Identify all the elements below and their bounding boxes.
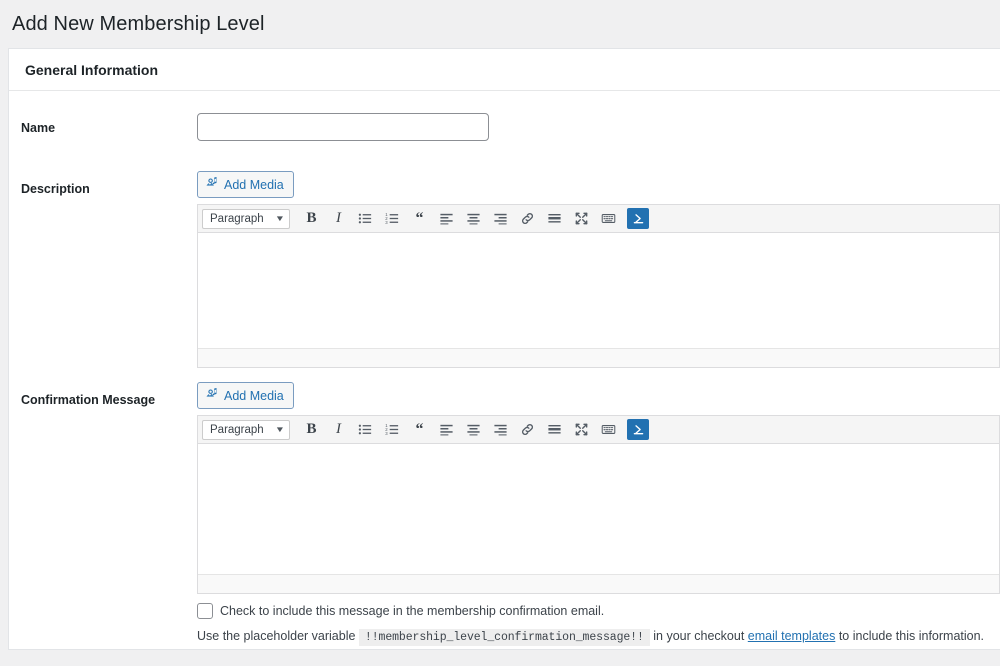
paragraph-format-select[interactable]: Paragraph ▼ — [202, 419, 290, 440]
description-editor-content[interactable] — [198, 233, 999, 348]
description-label: Description — [21, 182, 90, 196]
name-input[interactable] — [197, 113, 489, 141]
page-header: Add New Membership Level — [0, 0, 1000, 48]
description-editor-statusbar — [198, 348, 999, 367]
read-more-icon[interactable] — [541, 207, 568, 231]
svg-text:3: 3 — [385, 431, 388, 436]
svg-text:3: 3 — [385, 220, 388, 225]
name-label: Name — [21, 121, 56, 135]
align-center-icon[interactable] — [460, 207, 487, 231]
bold-icon[interactable]: B — [298, 418, 325, 442]
add-media-button-confirmation[interactable]: Add Media — [197, 382, 294, 409]
panel-body: Name Description Add Media Paragraph ▼ B… — [9, 91, 1000, 646]
panel-heading: General Information — [25, 61, 159, 78]
confirmation-editor-content[interactable] — [198, 444, 999, 574]
fullscreen-icon[interactable] — [568, 418, 595, 442]
numbered-list-icon[interactable]: 1 2 3 — [379, 418, 406, 442]
paragraph-format-value: Paragraph — [210, 423, 264, 436]
toolbar-toggle-icon[interactable] — [627, 419, 649, 440]
field-row-name: Name — [9, 113, 1000, 141]
add-media-button-description[interactable]: Add Media — [197, 171, 294, 198]
fullscreen-icon[interactable] — [568, 207, 595, 231]
confirmation-message-control: Add Media Paragraph ▼ B I 1 2 3 “ Check … — [197, 382, 1000, 646]
italic-icon[interactable]: I — [325, 207, 352, 231]
email-templates-link[interactable]: email templates — [748, 629, 836, 643]
confirmation-message-label: Confirmation Message — [21, 393, 156, 407]
media-icon — [205, 176, 219, 193]
align-right-icon[interactable] — [487, 418, 514, 442]
paragraph-format-value: Paragraph — [210, 212, 264, 225]
description-editor-toolbar: Paragraph ▼ B I 1 2 3 “ — [198, 205, 999, 233]
hint-prefix: Use the placeholder variable — [197, 629, 356, 643]
paragraph-format-select[interactable]: Paragraph ▼ — [202, 208, 290, 229]
toolbar-toggle-icon[interactable] — [627, 208, 649, 229]
hint-suffix: to include this information. — [838, 629, 985, 643]
media-icon — [205, 387, 219, 404]
align-left-icon[interactable] — [433, 207, 460, 231]
numbered-list-icon[interactable]: 1 2 3 — [379, 207, 406, 231]
add-media-label: Add Media — [224, 177, 284, 192]
align-right-icon[interactable] — [487, 207, 514, 231]
bulleted-list-icon[interactable] — [352, 207, 379, 231]
description-control: Add Media Paragraph ▼ B I 1 2 3 “ — [197, 171, 1000, 368]
panel-header: General Information — [9, 49, 1000, 91]
keyboard-shortcuts-icon[interactable] — [595, 207, 622, 231]
name-control — [197, 113, 1000, 141]
align-left-icon[interactable] — [433, 418, 460, 442]
add-media-label: Add Media — [224, 388, 284, 403]
read-more-icon[interactable] — [541, 418, 568, 442]
align-center-icon[interactable] — [460, 418, 487, 442]
placeholder-hint: Use the placeholder variable !!membershi… — [197, 627, 1000, 646]
include-in-email-checkbox-row: Check to include this message in the mem… — [197, 603, 1000, 619]
field-row-confirmation-message: Confirmation Message Add Media Paragraph… — [9, 382, 1000, 646]
hint-middle: in your checkout — [653, 629, 745, 643]
keyboard-shortcuts-icon[interactable] — [595, 418, 622, 442]
placeholder-variable-code: !!membership_level_confirmation_message!… — [358, 629, 650, 646]
field-row-description: Description Add Media Paragraph ▼ B I 1 … — [9, 171, 1000, 368]
confirmation-editor-statusbar — [198, 574, 999, 593]
link-icon[interactable] — [514, 207, 541, 231]
link-icon[interactable] — [514, 418, 541, 442]
general-information-panel: General Information Name Description Add… — [8, 48, 1000, 650]
include-in-email-label: Check to include this message in the mem… — [220, 604, 605, 618]
blockquote-icon[interactable]: “ — [406, 418, 433, 442]
include-in-email-checkbox[interactable] — [197, 603, 213, 619]
blockquote-icon[interactable]: “ — [406, 207, 433, 231]
bulleted-list-icon[interactable] — [352, 418, 379, 442]
description-editor: Paragraph ▼ B I 1 2 3 “ — [197, 204, 1000, 368]
page-title: Add New Membership Level — [12, 12, 265, 35]
italic-icon[interactable]: I — [325, 418, 352, 442]
confirmation-editor-toolbar: Paragraph ▼ B I 1 2 3 “ — [198, 416, 999, 444]
bold-icon[interactable]: B — [298, 207, 325, 231]
chevron-down-icon: ▼ — [274, 425, 286, 434]
chevron-down-icon: ▼ — [274, 214, 286, 223]
confirmation-message-editor: Paragraph ▼ B I 1 2 3 “ — [197, 415, 1000, 594]
